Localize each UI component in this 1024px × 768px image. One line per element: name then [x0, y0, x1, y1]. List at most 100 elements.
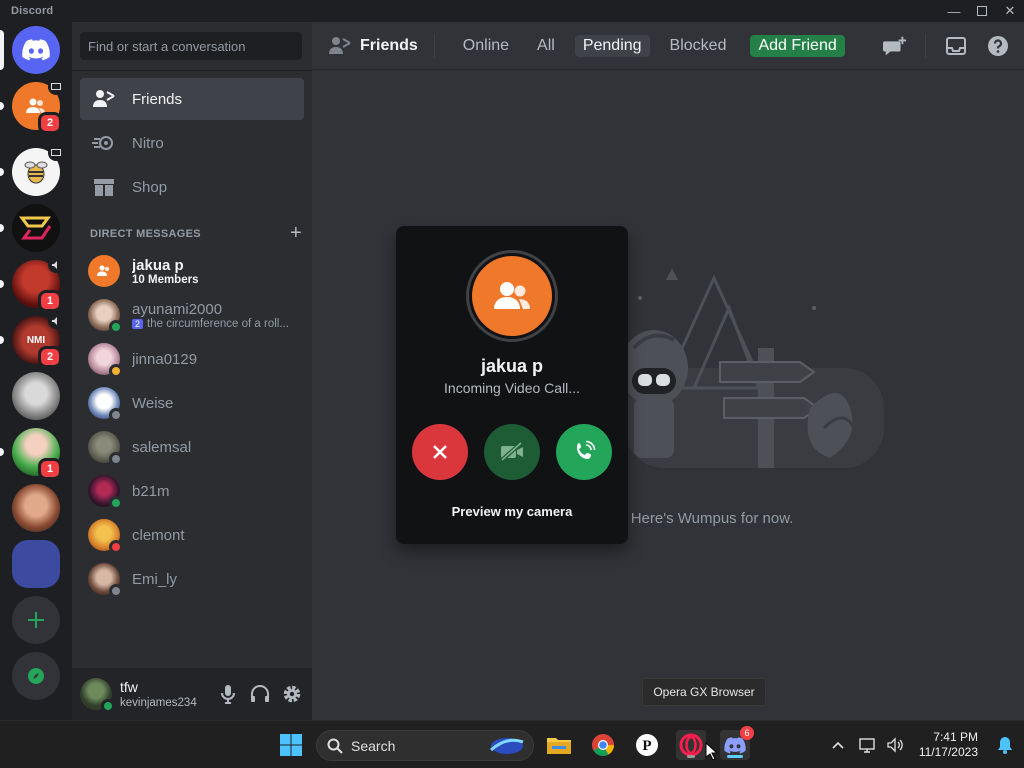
dm-subtext: 2 the circumference of a roll... — [132, 318, 304, 330]
dm-section-header: DIRECT MESSAGES + — [90, 222, 302, 244]
server-bee[interactable] — [0, 145, 64, 196]
volume-icon — [887, 737, 903, 753]
minimize-button[interactable]: — — [940, 0, 968, 22]
server-face-photo[interactable] — [12, 372, 60, 420]
screen-share-icon — [48, 79, 64, 95]
decline-call-button[interactable] — [412, 424, 468, 480]
mute-button[interactable] — [216, 682, 240, 706]
system-tray: 7:41 PM 11/17/2023 — [823, 721, 1024, 768]
chrome-taskbar-icon[interactable] — [588, 730, 618, 760]
user-settings-button[interactable] — [280, 682, 304, 706]
status-offline-icon — [109, 408, 123, 422]
nav-shop-label: Shop — [132, 178, 168, 196]
opera-gx-taskbar-icon[interactable] — [676, 730, 706, 760]
start-button[interactable] — [276, 730, 306, 760]
nitro-icon — [92, 131, 116, 155]
chevron-up-icon — [832, 741, 844, 749]
help-button[interactable] — [986, 34, 1010, 58]
group-avatar — [88, 255, 120, 287]
wumpus-illustration — [624, 268, 884, 468]
file-explorer-taskbar-icon[interactable] — [544, 730, 574, 760]
nav-friends[interactable]: Friends — [80, 78, 304, 120]
dm-item[interactable]: Weise — [80, 382, 304, 424]
mouse-cursor-icon — [705, 742, 717, 760]
server-anime[interactable]: 1 — [0, 428, 62, 480]
status-idle-icon — [109, 364, 123, 378]
server-rail: 2 1 NMI 2 1 — [0, 22, 72, 720]
nav-shop[interactable]: Shop — [80, 166, 304, 208]
group-icon — [494, 282, 530, 309]
dm-sidebar: Find or start a conversation Friends Nit… — [72, 22, 312, 720]
friends-icon — [328, 36, 352, 56]
quick-settings-button[interactable] — [859, 737, 905, 753]
tab-blocked[interactable]: Blocked — [662, 35, 735, 57]
incoming-call-popup: jakua p Incoming Video Call... Preview m… — [396, 226, 628, 544]
taskbar-search-label: Search — [351, 737, 396, 754]
clock-date: 11/17/2023 — [918, 745, 978, 759]
taskbar-search[interactable]: Search — [316, 730, 534, 761]
user-avatar — [88, 299, 123, 334]
dm-item[interactable]: jakua p 10 Members — [80, 250, 304, 292]
search-input[interactable]: Find or start a conversation — [80, 32, 302, 60]
deafen-button[interactable] — [248, 682, 272, 706]
windows-logo-icon — [280, 734, 302, 756]
caller-name: jakua p — [480, 356, 544, 376]
user-avatar — [88, 387, 123, 422]
tab-online[interactable]: Online — [455, 35, 517, 57]
dm-item[interactable]: b21m — [80, 470, 304, 512]
dm-item[interactable]: ayunami2000 2 the circumference of a roll… — [80, 294, 304, 336]
explore-servers-button[interactable] — [12, 652, 60, 700]
dm-name: ayunami2000 — [132, 300, 223, 318]
accept-voice-button[interactable] — [556, 424, 612, 480]
server-bearded[interactable] — [12, 484, 60, 532]
preview-camera-link[interactable]: Preview my camera — [396, 504, 628, 519]
geometric-logo-icon — [19, 216, 52, 240]
nav-nitro[interactable]: Nitro — [80, 122, 304, 164]
speaker-icon — [48, 257, 64, 273]
server-geometry[interactable] — [0, 204, 60, 252]
close-button[interactable]: ✕ — [996, 0, 1024, 22]
new-group-dm-icon — [883, 36, 907, 56]
add-friend-button[interactable]: Add Friend — [750, 34, 845, 57]
user-avatar[interactable] — [80, 678, 115, 713]
discord-logo-icon — [22, 39, 50, 61]
tab-pending[interactable]: Pending — [574, 34, 650, 57]
inbox-button[interactable] — [944, 34, 968, 58]
close-icon — [433, 445, 447, 459]
plus-icon — [28, 612, 44, 628]
unread-badge: 2 — [38, 112, 62, 134]
status-online-icon — [101, 699, 115, 713]
dm-item[interactable]: salemsal — [80, 426, 304, 468]
status-offline-icon — [109, 584, 123, 598]
user-username: kevinjames234 — [120, 697, 197, 709]
home-button[interactable] — [0, 26, 60, 74]
tab-all[interactable]: All — [529, 35, 563, 57]
create-dm-button[interactable]: + — [290, 222, 302, 245]
maximize-button[interactable] — [968, 0, 996, 22]
discord-notification-badge: 6 — [740, 726, 754, 740]
new-group-dm-button[interactable] — [883, 34, 907, 58]
clock-time: 7:41 PM — [933, 730, 978, 744]
call-status: Incoming Video Call... — [444, 380, 580, 396]
title-bar: Discord — ✕ — [0, 0, 1024, 22]
add-server-button[interactable] — [12, 596, 60, 644]
p-app-taskbar-icon[interactable]: P — [632, 730, 662, 760]
help-icon — [988, 36, 1008, 56]
dm-item[interactable]: jinna0129 — [80, 338, 304, 380]
server-group-dm[interactable]: 2 — [0, 79, 64, 134]
caller-avatar — [466, 250, 558, 342]
accept-video-button[interactable] — [484, 424, 540, 480]
phone-icon — [577, 440, 596, 459]
server-nmi[interactable]: NMI 2 — [0, 313, 64, 368]
shop-icon — [92, 175, 116, 199]
notifications-button[interactable] — [990, 736, 1020, 754]
discord-taskbar-icon[interactable]: 6 — [720, 726, 754, 760]
system-clock[interactable]: 7:41 PM 11/17/2023 — [919, 730, 978, 760]
dm-item[interactable]: clemont — [80, 514, 304, 556]
server-blue[interactable] — [12, 540, 60, 588]
show-hidden-icons-button[interactable] — [823, 741, 853, 749]
unread-badge: 2 — [38, 346, 62, 368]
server-red-character[interactable]: 1 — [0, 257, 64, 312]
screen-share-icon — [48, 145, 64, 161]
dm-item[interactable]: Emi_ly — [80, 558, 304, 600]
